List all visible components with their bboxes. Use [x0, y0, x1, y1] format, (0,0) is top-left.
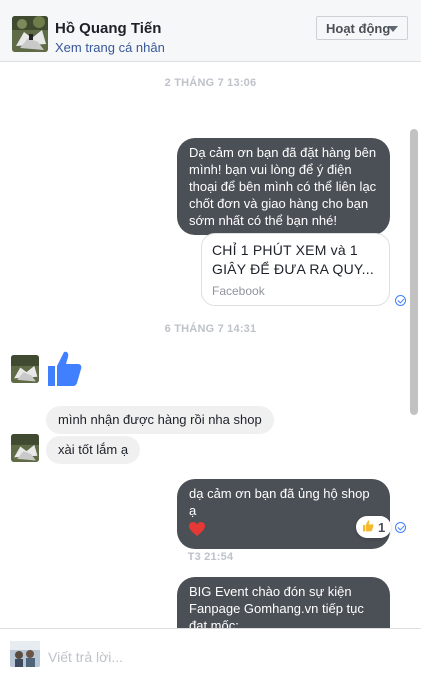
incoming-message[interactable]: mình nhận được hàng rồi nha shop: [46, 406, 274, 434]
timestamp-separator: 6 THÁNG 7 14:31: [164, 323, 257, 335]
thumbs-up-icon[interactable]: [46, 350, 82, 393]
reply-input[interactable]: [48, 647, 408, 667]
active-status-dropdown[interactable]: Hoạt động: [316, 16, 408, 40]
message-reaction[interactable]: 1: [356, 516, 392, 538]
thread-scrollbar[interactable]: [410, 129, 418, 415]
my-avatar: [10, 641, 40, 667]
status-label: Hoạt động: [326, 21, 391, 36]
link-preview-card[interactable]: CHỈ 1 PHÚT XEM và 1 GIÂY ĐỂ ĐƯA RA QUY..…: [201, 233, 390, 306]
heart-icon: [189, 522, 378, 541]
contact-avatar[interactable]: [12, 16, 48, 52]
thumbs-up-icon: [362, 520, 374, 535]
contact-avatar-small[interactable]: [11, 434, 39, 462]
contact-avatar-small[interactable]: [11, 355, 39, 383]
message-thread[interactable]: 2 THÁNG 7 13:06 Dạ cảm ơn bạn đã đặt hàn…: [0, 63, 421, 628]
view-profile-link[interactable]: Xem trang cá nhân: [55, 40, 165, 55]
reply-composer: [0, 628, 421, 681]
incoming-message[interactable]: xài tốt lắm ạ: [46, 436, 141, 464]
outgoing-message[interactable]: dạ cảm ơn bạn đã ủng hộ shop ạ: [177, 479, 390, 549]
outgoing-message-text: dạ cảm ơn bạn đã ủng hộ shop ạ: [189, 486, 370, 518]
link-preview-title: CHỈ 1 PHÚT XEM và 1 GIÂY ĐỂ ĐƯA RA QUY..…: [212, 242, 374, 277]
seen-check-icon: [395, 295, 406, 306]
chevron-down-icon: [388, 26, 398, 32]
reaction-count: 1: [378, 519, 386, 535]
outgoing-message[interactable]: Dạ cảm ơn bạn đã đặt hàng bên mình! bạn …: [177, 138, 390, 235]
link-preview-source: Facebook: [212, 284, 265, 298]
conversation-header: Hồ Quang Tiến Xem trang cá nhân Hoạt độn…: [0, 0, 421, 62]
timestamp-separator: T3 21:54: [187, 551, 234, 563]
outgoing-message[interactable]: BIG Event chào đón sự kiện Fanpage Gomha…: [177, 577, 390, 628]
contact-name[interactable]: Hồ Quang Tiến: [55, 20, 161, 37]
seen-check-icon: [395, 522, 406, 533]
timestamp-separator: 2 THÁNG 7 13:06: [164, 77, 257, 89]
